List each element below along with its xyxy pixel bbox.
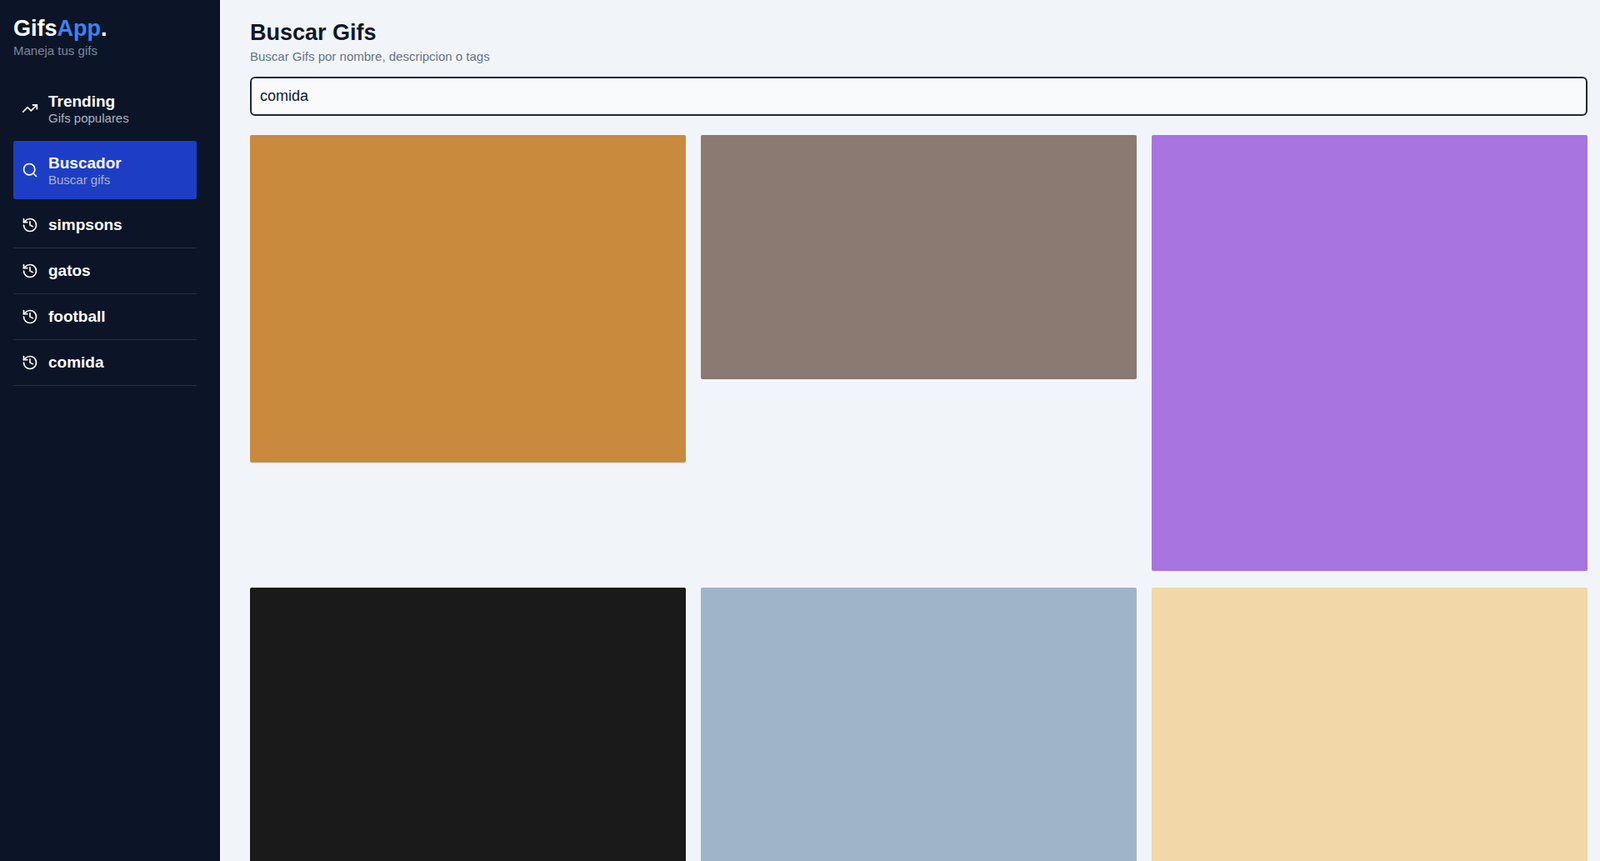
gif-card[interactable]	[1151, 135, 1588, 571]
search-input[interactable]	[250, 76, 1588, 116]
gif-card[interactable]	[700, 135, 1137, 380]
search-icon	[21, 161, 39, 179]
gif-grid	[250, 135, 1588, 861]
page-title: Buscar Gifs	[250, 20, 1588, 46]
main-content: Buscar Gifs Buscar Gifs por nombre, descr…	[220, 0, 1600, 861]
page-subtitle: Buscar Gifs por nombre, descripcion o ta…	[250, 49, 1588, 64]
app: GifsApp.Maneja tus gifs TrendingGifs popu…	[0, 0, 1600, 861]
history-item[interactable]: comida	[13, 340, 197, 386]
logo: GifsApp.	[13, 15, 197, 42]
gif-card[interactable]	[250, 587, 686, 861]
history-item[interactable]: gatos	[13, 248, 197, 295]
menu: TrendingGifs popularesBuscadorBuscar gif…	[13, 79, 197, 386]
menu-item[interactable]: BuscadorBuscar gifs	[13, 140, 197, 200]
history-item[interactable]: football	[13, 294, 197, 340]
gif-card[interactable]	[250, 135, 686, 463]
history-icon	[21, 354, 39, 371]
history-icon	[21, 262, 39, 280]
menu-item[interactable]: TrendingGifs populares	[13, 79, 197, 138]
gif-card[interactable]	[700, 587, 1137, 861]
history-item[interactable]: simpsons	[13, 202, 197, 249]
trending-icon	[21, 100, 39, 117]
tagline: Maneja tus gifs	[13, 43, 197, 58]
gif-card[interactable]	[1151, 587, 1588, 861]
history-icon	[21, 216, 39, 234]
sidebar: GifsApp.Maneja tus gifs TrendingGifs popu…	[0, 0, 220, 861]
history-icon	[21, 308, 39, 325]
